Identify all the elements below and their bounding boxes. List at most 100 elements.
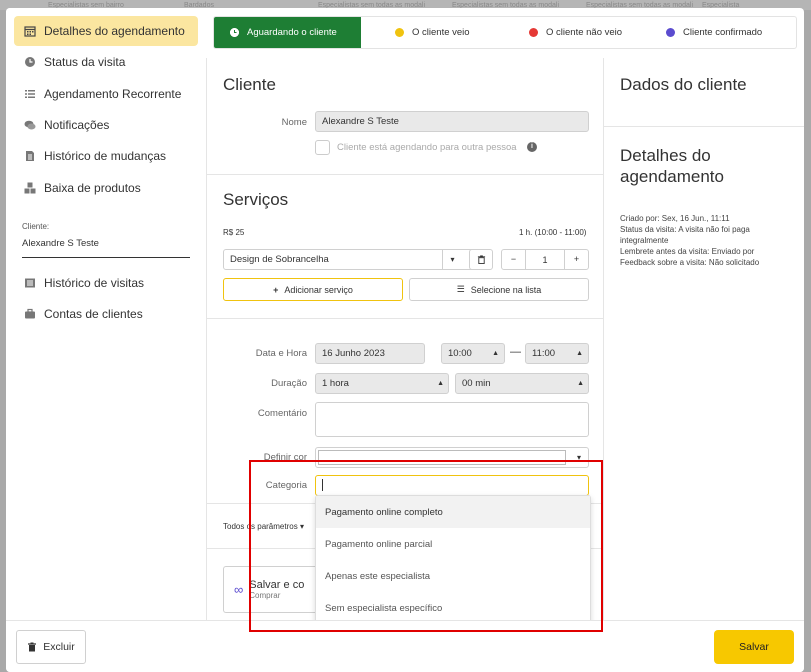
service-price: R$ 25 bbox=[223, 228, 245, 237]
start-time-value: 10:00 bbox=[448, 348, 472, 359]
chevron-down-icon: ▾ bbox=[442, 250, 462, 269]
plus-circle-icon bbox=[395, 28, 404, 37]
status-tab-arrived[interactable]: O cliente veio bbox=[361, 17, 501, 48]
info-icon: i bbox=[527, 142, 537, 152]
client-label: Cliente: bbox=[22, 222, 50, 231]
start-time-select[interactable]: 10:00 ▲ bbox=[441, 343, 505, 364]
date-field[interactable]: 16 Junho 2023 bbox=[315, 343, 425, 364]
trash-icon bbox=[477, 255, 486, 264]
check-circle-icon bbox=[666, 28, 675, 37]
meta-line: Feedback sobre a visita: Não solicitado bbox=[620, 258, 760, 267]
select-from-list-label: Selecione na lista bbox=[470, 284, 542, 295]
minus-icon[interactable]: − bbox=[502, 250, 526, 269]
plus-icon[interactable]: + bbox=[563, 250, 588, 269]
client-name: Alexandre S Teste bbox=[22, 238, 99, 249]
visit-status-bar: Aguardando o cliente O cliente veio O cl… bbox=[213, 16, 797, 49]
duration-minutes-value: 00 min bbox=[462, 378, 491, 389]
comment-label: Comentário bbox=[257, 408, 307, 419]
calendar-icon bbox=[24, 25, 36, 37]
sidebar-item-appointment-details[interactable]: Detalhes do agendamento bbox=[14, 16, 198, 46]
status-tab-label: O cliente veio bbox=[412, 27, 470, 38]
status-tab-label: O cliente não veio bbox=[546, 27, 623, 38]
sidebar: Detalhes do agendamento Status da visita… bbox=[6, 8, 204, 620]
other-person-checkbox[interactable] bbox=[315, 140, 330, 155]
section-title-services: Serviços bbox=[223, 190, 289, 209]
chat-icon bbox=[24, 119, 36, 131]
clock-icon bbox=[24, 56, 36, 68]
service-duration: 1 h. (10:00 - 11:00) bbox=[519, 228, 587, 237]
sort-arrows-icon: ▲ bbox=[576, 350, 583, 357]
status-tab-waiting[interactable]: Aguardando o cliente bbox=[214, 17, 361, 48]
divider bbox=[604, 126, 804, 127]
sidebar-item-label: Contas de clientes bbox=[44, 307, 143, 321]
document-icon bbox=[24, 150, 36, 162]
duration-label: Duração bbox=[271, 378, 307, 389]
sidebar-item-label: Notificações bbox=[44, 118, 110, 132]
sidebar-item-label: Histórico de mudanças bbox=[44, 149, 167, 163]
sidebar-item-client-accounts[interactable]: Contas de clientes bbox=[14, 299, 198, 329]
highlight-box bbox=[249, 460, 603, 632]
select-from-list-button[interactable]: ☰ Selecione na lista bbox=[409, 278, 589, 301]
duration-hours-value: 1 hora bbox=[322, 378, 349, 389]
sort-arrows-icon: ▲ bbox=[492, 350, 499, 357]
meta-line: Lembrete antes da visita: Enviado por bbox=[620, 247, 755, 256]
client-data-title: Dados do cliente bbox=[620, 75, 747, 94]
sidebar-item-recurring[interactable]: Agendamento Recorrente bbox=[14, 79, 198, 109]
list-icon: ☰ bbox=[456, 284, 465, 294]
meta-line: Criado por: Sex, 16 Jun., 11:11 bbox=[620, 214, 730, 223]
service-name: Design de Sobrancelha bbox=[230, 254, 329, 265]
delete-button[interactable]: Excluir bbox=[16, 630, 86, 664]
duration-hours-select[interactable]: 1 hora ▲ bbox=[315, 373, 449, 394]
sidebar-item-visit-history[interactable]: Histórico de visitas bbox=[14, 268, 198, 298]
sort-arrows-icon: ▲ bbox=[437, 380, 444, 387]
sidebar-item-label: Baixa de produtos bbox=[44, 181, 141, 195]
status-tab-label: Aguardando o cliente bbox=[247, 27, 337, 38]
appointment-meta: Criado por: Sex, 16 Jun., 11:11 Status d… bbox=[620, 213, 790, 268]
sidebar-item-label: Detalhes do agendamento bbox=[44, 24, 185, 38]
link-icon: ∞ bbox=[234, 582, 244, 597]
list-icon bbox=[24, 88, 36, 100]
service-select[interactable]: Design de Sobrancelha ▾ bbox=[223, 249, 477, 270]
sidebar-item-visit-status[interactable]: Status da visita bbox=[14, 47, 198, 77]
delete-service-button[interactable] bbox=[469, 249, 493, 270]
duration-minutes-select[interactable]: 00 min ▲ bbox=[455, 373, 589, 394]
end-time-value: 11:00 bbox=[532, 348, 556, 359]
status-tab-confirmed[interactable]: Cliente confirmado bbox=[646, 17, 796, 48]
clock-icon bbox=[230, 28, 239, 37]
sort-arrows-icon: ▲ bbox=[577, 380, 584, 387]
comment-textarea[interactable] bbox=[315, 402, 589, 437]
history-list-icon bbox=[24, 277, 36, 289]
client-name-field[interactable]: Alexandre S Teste bbox=[315, 111, 589, 132]
divider bbox=[207, 318, 604, 319]
end-time-select[interactable]: 11:00 ▲ bbox=[525, 343, 589, 364]
meta-line: Status da visita: A visita não foi paga … bbox=[620, 225, 750, 245]
other-person-label: Cliente está agendando para outra pessoa bbox=[337, 142, 517, 153]
boxes-icon bbox=[24, 182, 36, 194]
appointment-details-title: Detalhes do agendamento bbox=[620, 146, 724, 186]
save-button[interactable]: Salvar bbox=[714, 630, 794, 664]
date-time-label: Data e Hora bbox=[255, 348, 307, 359]
quantity-value: 1 bbox=[542, 254, 548, 265]
sidebar-item-label: Agendamento Recorrente bbox=[44, 87, 182, 101]
quantity-stepper[interactable]: − 1 + bbox=[501, 249, 589, 270]
sidebar-item-notifications[interactable]: Notificações bbox=[14, 110, 198, 140]
add-service-label: Adicionar serviço bbox=[284, 284, 353, 295]
sidebar-item-label: Histórico de visitas bbox=[44, 276, 145, 290]
trash-icon bbox=[27, 642, 37, 652]
briefcase-icon bbox=[24, 308, 36, 320]
sidebar-item-label: Status da visita bbox=[44, 55, 126, 69]
status-tab-label: Cliente confirmado bbox=[683, 27, 763, 38]
divider bbox=[207, 174, 604, 175]
add-service-button[interactable]: + Adicionar serviço bbox=[223, 278, 403, 301]
right-panel: Dados do cliente Detalhes do agendamento… bbox=[604, 58, 804, 620]
section-title-client: Cliente bbox=[223, 75, 276, 94]
divider bbox=[22, 257, 190, 258]
time-separator: — bbox=[510, 346, 521, 358]
delete-label: Excluir bbox=[43, 641, 75, 653]
sidebar-item-change-history[interactable]: Histórico de mudanças bbox=[14, 141, 198, 171]
sidebar-item-product-writeoff[interactable]: Baixa de produtos bbox=[14, 173, 198, 203]
plus-icon: + bbox=[273, 284, 279, 295]
name-label: Nome bbox=[281, 117, 307, 128]
status-tab-no-show[interactable]: O cliente não veio bbox=[501, 17, 646, 48]
minus-circle-icon bbox=[529, 28, 538, 37]
